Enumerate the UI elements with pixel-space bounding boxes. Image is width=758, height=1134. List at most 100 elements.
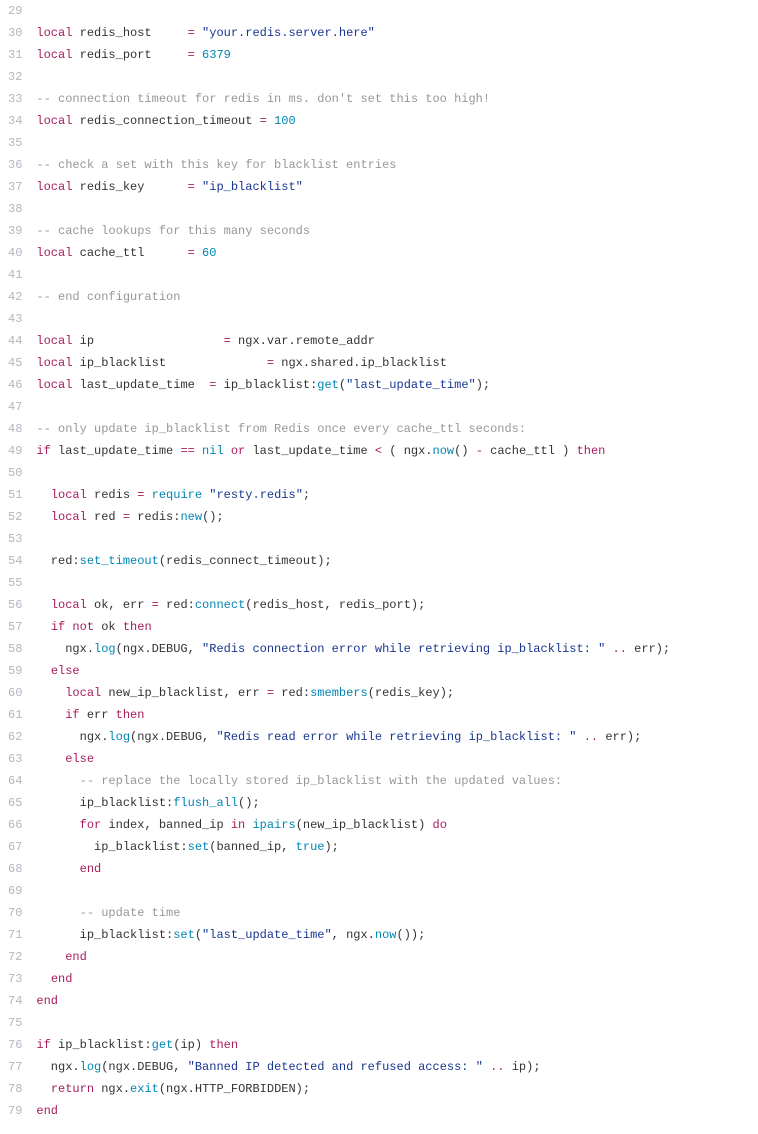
line-number: 35 <box>8 132 22 154</box>
line-number: 71 <box>8 924 22 946</box>
code-line <box>36 198 750 220</box>
code-content[interactable]: local redis_host = "your.redis.server.he… <box>36 0 758 1122</box>
code-line: local redis_port = 6379 <box>36 44 750 66</box>
line-number: 41 <box>8 264 22 286</box>
line-number: 72 <box>8 946 22 968</box>
code-line <box>36 396 750 418</box>
line-number: 53 <box>8 528 22 550</box>
code-line: -- cache lookups for this many seconds <box>36 220 750 242</box>
code-line: -- update time <box>36 902 750 924</box>
line-number: 60 <box>8 682 22 704</box>
line-number: 79 <box>8 1100 22 1122</box>
line-number: 69 <box>8 880 22 902</box>
line-number: 55 <box>8 572 22 594</box>
line-number: 63 <box>8 748 22 770</box>
code-line: local redis = require "resty.redis"; <box>36 484 750 506</box>
code-line: local cache_ttl = 60 <box>36 242 750 264</box>
code-line <box>36 264 750 286</box>
line-number: 65 <box>8 792 22 814</box>
line-number: 49 <box>8 440 22 462</box>
line-number: 32 <box>8 66 22 88</box>
line-number: 54 <box>8 550 22 572</box>
code-line: local ip_blacklist = ngx.shared.ip_black… <box>36 352 750 374</box>
line-number: 62 <box>8 726 22 748</box>
line-number: 66 <box>8 814 22 836</box>
code-line: else <box>36 660 750 682</box>
code-line: local redis_host = "your.redis.server.he… <box>36 22 750 44</box>
line-number: 61 <box>8 704 22 726</box>
line-number-gutter: 2930313233343536373839404142434445464748… <box>0 0 36 1122</box>
code-line: -- only update ip_blacklist from Redis o… <box>36 418 750 440</box>
code-line: -- check a set with this key for blackli… <box>36 154 750 176</box>
line-number: 43 <box>8 308 22 330</box>
line-number: 42 <box>8 286 22 308</box>
line-number: 48 <box>8 418 22 440</box>
line-number: 39 <box>8 220 22 242</box>
code-line <box>36 66 750 88</box>
code-line: end <box>36 946 750 968</box>
code-line: if ip_blacklist:get(ip) then <box>36 1034 750 1056</box>
line-number: 45 <box>8 352 22 374</box>
code-block: 2930313233343536373839404142434445464748… <box>0 0 758 1122</box>
code-line: if last_update_time == nil or last_updat… <box>36 440 750 462</box>
code-line: if not ok then <box>36 616 750 638</box>
line-number: 47 <box>8 396 22 418</box>
line-number: 74 <box>8 990 22 1012</box>
line-number: 70 <box>8 902 22 924</box>
code-line <box>36 528 750 550</box>
line-number: 68 <box>8 858 22 880</box>
code-line: -- connection timeout for redis in ms. d… <box>36 88 750 110</box>
line-number: 56 <box>8 594 22 616</box>
line-number: 30 <box>8 22 22 44</box>
code-line: local new_ip_blacklist, err = red:smembe… <box>36 682 750 704</box>
code-line <box>36 308 750 330</box>
code-line: local ip = ngx.var.remote_addr <box>36 330 750 352</box>
line-number: 78 <box>8 1078 22 1100</box>
line-number: 52 <box>8 506 22 528</box>
line-number: 37 <box>8 176 22 198</box>
line-number: 51 <box>8 484 22 506</box>
code-line: end <box>36 1100 750 1122</box>
code-line: local last_update_time = ip_blacklist:ge… <box>36 374 750 396</box>
line-number: 64 <box>8 770 22 792</box>
code-line: local redis_connection_timeout = 100 <box>36 110 750 132</box>
code-line <box>36 132 750 154</box>
code-line: end <box>36 968 750 990</box>
line-number: 57 <box>8 616 22 638</box>
code-line: end <box>36 990 750 1012</box>
line-number: 59 <box>8 660 22 682</box>
code-line <box>36 1012 750 1034</box>
line-number: 76 <box>8 1034 22 1056</box>
line-number: 77 <box>8 1056 22 1078</box>
line-number: 67 <box>8 836 22 858</box>
code-line <box>36 462 750 484</box>
line-number: 36 <box>8 154 22 176</box>
line-number: 58 <box>8 638 22 660</box>
code-line: if err then <box>36 704 750 726</box>
line-number: 34 <box>8 110 22 132</box>
code-line: -- replace the locally stored ip_blackli… <box>36 770 750 792</box>
code-line: local redis_key = "ip_blacklist" <box>36 176 750 198</box>
code-line: red:set_timeout(redis_connect_timeout); <box>36 550 750 572</box>
line-number: 73 <box>8 968 22 990</box>
code-line <box>36 0 750 22</box>
code-line: ngx.log(ngx.DEBUG, "Redis connection err… <box>36 638 750 660</box>
line-number: 40 <box>8 242 22 264</box>
code-line: ngx.log(ngx.DEBUG, "Banned IP detected a… <box>36 1056 750 1078</box>
code-line: else <box>36 748 750 770</box>
code-line: ip_blacklist:set("last_update_time", ngx… <box>36 924 750 946</box>
code-line: ngx.log(ngx.DEBUG, "Redis read error whi… <box>36 726 750 748</box>
line-number: 44 <box>8 330 22 352</box>
code-line: ip_blacklist:flush_all(); <box>36 792 750 814</box>
code-line: end <box>36 858 750 880</box>
line-number: 31 <box>8 44 22 66</box>
code-line: -- end configuration <box>36 286 750 308</box>
code-line: local ok, err = red:connect(redis_host, … <box>36 594 750 616</box>
code-line: local red = redis:new(); <box>36 506 750 528</box>
code-line: return ngx.exit(ngx.HTTP_FORBIDDEN); <box>36 1078 750 1100</box>
line-number: 38 <box>8 198 22 220</box>
line-number: 29 <box>8 0 22 22</box>
code-line <box>36 572 750 594</box>
line-number: 50 <box>8 462 22 484</box>
line-number: 33 <box>8 88 22 110</box>
